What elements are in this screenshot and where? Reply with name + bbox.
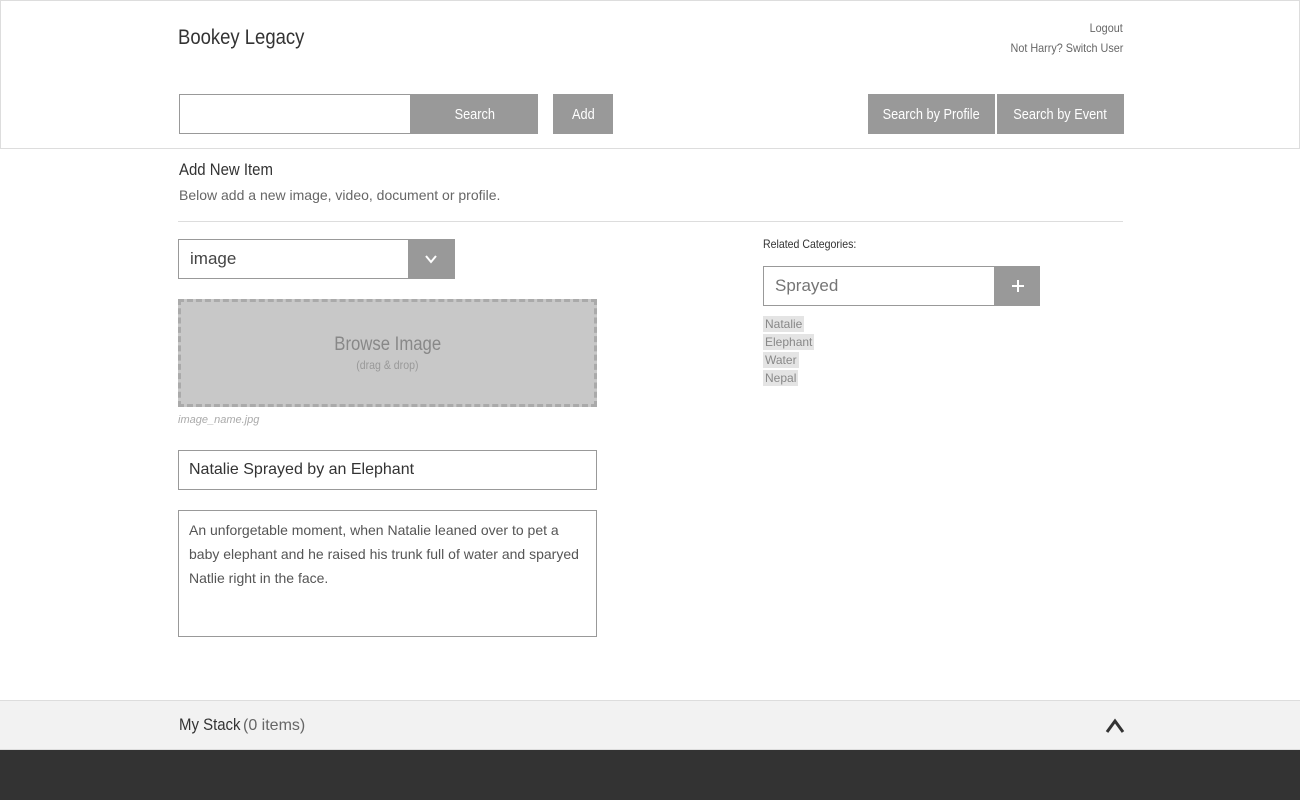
switch-user-link[interactable]: Not Harry? Switch User (1010, 41, 1123, 55)
stack-count: (0 items) (243, 717, 306, 734)
stack-title: My Stack (179, 715, 241, 734)
site-header: Bookey Legacy Logout Not Harry? Switch U… (0, 0, 1300, 80)
image-dropzone[interactable]: Browse Image (drag & drop) (178, 299, 597, 407)
chevron-up-icon[interactable] (1104, 716, 1126, 736)
add-button[interactable]: Add (553, 94, 613, 134)
related-categories-label: Related Categories: (763, 237, 857, 251)
file-name: image_name.jpg (178, 414, 260, 426)
category-tag[interactable]: Elephant (763, 334, 815, 350)
search-toolbar: Search Add Search by Profile Search by E… (0, 79, 1300, 149)
page-title: Add New Item (179, 160, 273, 179)
category-tag[interactable]: Nepal (763, 370, 799, 386)
search-input[interactable] (179, 94, 411, 134)
page-subtitle: Below add a new image, video, document o… (179, 187, 501, 203)
plus-icon (1011, 280, 1024, 292)
item-type-select[interactable]: image (178, 239, 455, 279)
add-button-label: Add (571, 105, 595, 123)
search-by-profile-button[interactable]: Search by Profile (868, 94, 995, 134)
search-by-event-label: Search by Event (1013, 105, 1108, 123)
my-stack-bar: My Stack (0 items) (0, 700, 1300, 750)
chevron-down-icon[interactable] (408, 240, 454, 278)
search-by-event-button[interactable]: Search by Event (997, 94, 1124, 134)
divider (178, 221, 1123, 222)
dropzone-subtitle: (drag & drop) (356, 358, 419, 372)
category-tag[interactable]: Water (763, 352, 799, 368)
footer (0, 750, 1300, 800)
search-button-label: Search (454, 105, 495, 123)
dropzone-title: Browse Image (334, 334, 441, 355)
category-tag[interactable]: Natalie (763, 316, 805, 332)
item-type-value: image (190, 249, 237, 268)
add-category-button[interactable] (995, 266, 1040, 306)
search-button[interactable]: Search (411, 94, 538, 134)
search-by-profile-label: Search by Profile (882, 105, 981, 123)
category-tags: Natalie Elephant Water Nepal (763, 316, 815, 388)
item-title-input[interactable] (178, 450, 597, 490)
logout-link[interactable]: Logout (1090, 21, 1123, 35)
site-title: Bookey Legacy (178, 26, 305, 49)
item-description-input[interactable]: An unforgetable moment, when Natalie lea… (178, 510, 597, 637)
category-input[interactable] (763, 266, 995, 306)
